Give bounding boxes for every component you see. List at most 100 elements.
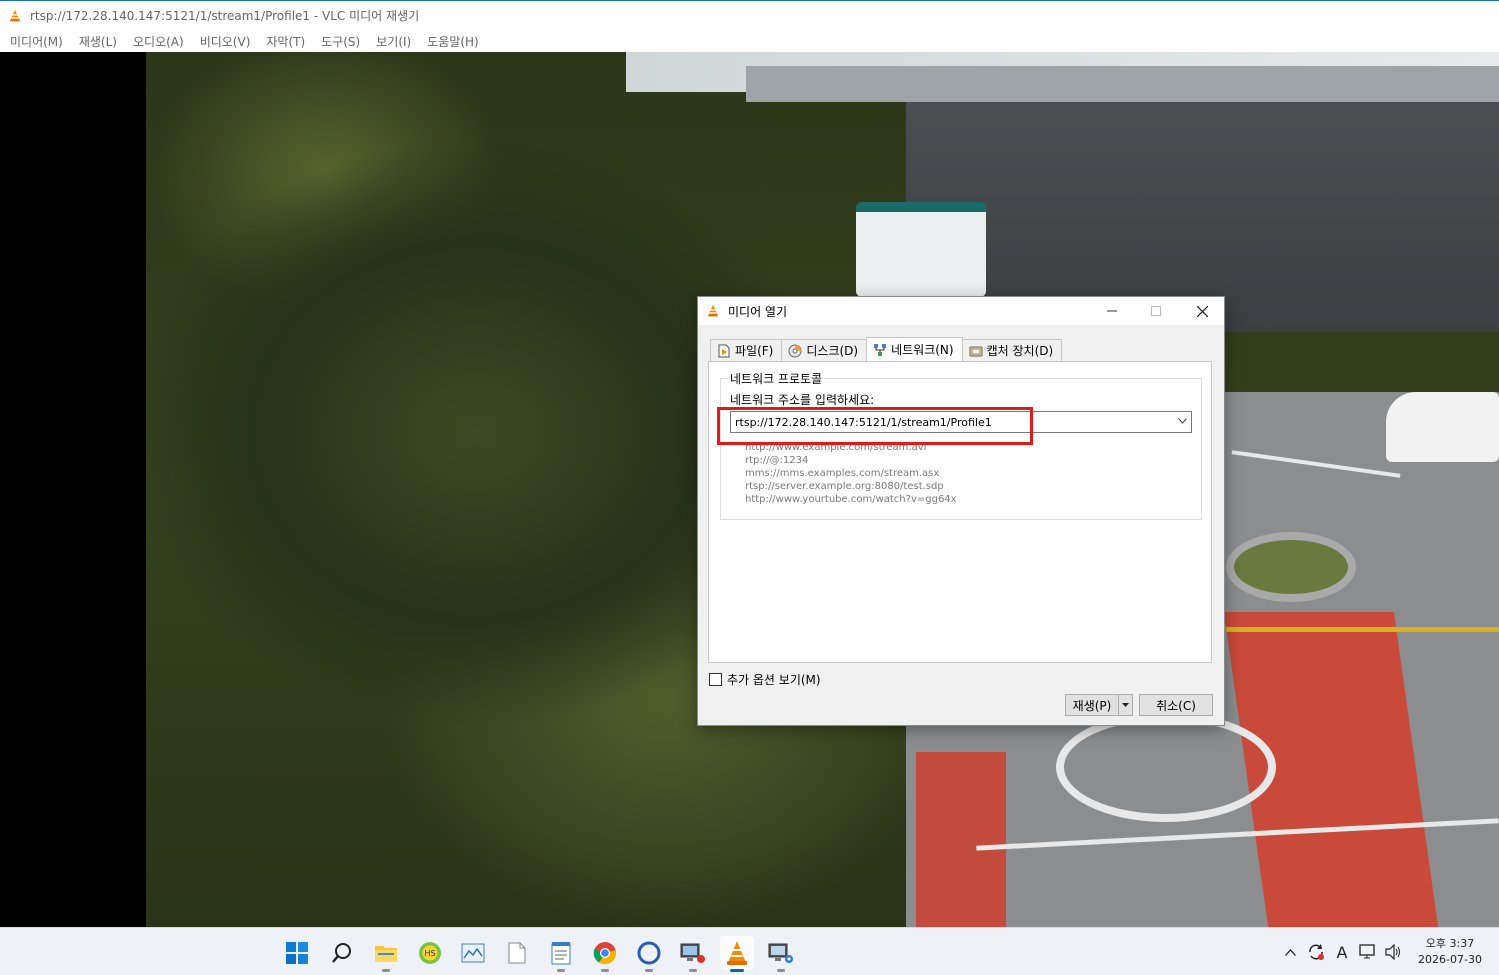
start-button[interactable]: [280, 936, 314, 970]
more-options-label: 추가 옵션 보기(M): [727, 673, 821, 687]
taskbar-cortana[interactable]: [632, 936, 666, 972]
tab-file-label: 파일(F): [735, 344, 774, 358]
volume-button[interactable]: [1381, 937, 1407, 967]
file-explorer-icon: [375, 946, 397, 962]
taskbar-remote-desktop[interactable]: [676, 936, 710, 972]
running-indicator: [557, 969, 565, 972]
clock[interactable]: 오후 3:37 2026-07-30: [1411, 936, 1489, 968]
vlc-icon: [9, 9, 21, 21]
taskbar-chrome[interactable]: [588, 936, 622, 972]
video-red-lane-left: [916, 752, 1006, 927]
network-protocol-group: 네트워크 프로토콜 네트워크 주소를 입력하세요: http://www.exa…: [720, 370, 1202, 520]
tab-disc[interactable]: 디스크(D): [781, 339, 868, 361]
sync-status-button[interactable]: [1303, 937, 1329, 967]
show-hidden-icons-button[interactable]: [1277, 937, 1303, 967]
url-example: rtp://@:1234: [745, 455, 809, 466]
speaker-icon: [1385, 944, 1400, 960]
network-icon: [873, 343, 887, 357]
checkbox-box[interactable]: [709, 673, 722, 686]
url-example: http://www.example.com/stream.avi: [745, 442, 927, 453]
video-bus: [856, 202, 986, 297]
running-indicator: [645, 969, 653, 972]
play-split-button: 재생(P): [1065, 694, 1133, 716]
cortana-icon: [637, 941, 661, 965]
blank-document-icon: [508, 942, 526, 964]
clock-date: 2026-07-30: [1418, 953, 1482, 966]
menu-view[interactable]: 보기(I): [370, 33, 417, 50]
tab-network-label: 네트워크(N): [891, 343, 954, 357]
group-title: 네트워크 프로토콜: [728, 370, 825, 387]
notepad-icon: [551, 942, 571, 965]
menu-video[interactable]: 비디오(V): [194, 33, 257, 50]
running-indicator: [730, 969, 744, 972]
remote-desktop-icon: [680, 943, 705, 963]
taskbar-blank-document[interactable]: [500, 936, 534, 970]
chevron-down-icon[interactable]: [1173, 417, 1191, 427]
clock-time: 오후 3:37: [1425, 937, 1475, 950]
video-bridge: [746, 66, 1499, 102]
tab-file[interactable]: 파일(F): [710, 339, 783, 361]
menu-media[interactable]: 미디어(M): [4, 33, 69, 50]
window-title: rtsp://172.28.140.147:5121/1/stream1/Pro…: [30, 9, 420, 23]
url-example: http://www.yourtube.com/watch?v=gg64x: [745, 494, 957, 505]
network-monitor-icon: [1359, 944, 1375, 959]
disc-icon: [788, 344, 802, 358]
tab-disc-label: 디스크(D): [806, 344, 859, 358]
minimize-button[interactable]: [1090, 297, 1134, 325]
tab-capture-device-label: 캡처 장치(D): [986, 344, 1054, 358]
url-example: rtsp://server.example.org:8080/test.sdp: [745, 481, 944, 492]
more-options-checkbox[interactable]: 추가 옵션 보기(M): [709, 671, 821, 688]
running-indicator: [601, 969, 609, 972]
taskbar: HS A 오후 3:37 2026-07-30: [0, 927, 1499, 975]
search-icon: [332, 943, 351, 963]
hs-app-icon: HS: [419, 942, 441, 964]
menu-help[interactable]: 도움말(H): [421, 33, 485, 50]
taskbar-notepad[interactable]: [544, 936, 578, 972]
running-indicator: [777, 969, 785, 972]
url-label: 네트워크 주소를 입력하세요:: [730, 393, 875, 407]
search-button[interactable]: [325, 936, 359, 970]
play-options-dropdown[interactable]: [1119, 694, 1133, 716]
video-yellow-line: [1226, 627, 1499, 632]
maximize-button: [1134, 297, 1178, 325]
play-button[interactable]: 재생(P): [1065, 694, 1119, 716]
svg-text:HS: HS: [424, 949, 435, 958]
minimize-icon: [1107, 310, 1117, 312]
menu-audio[interactable]: 오디오(A): [127, 33, 190, 50]
system-tray: A 오후 3:37 2026-07-30: [1277, 928, 1499, 975]
taskbar-hs-app[interactable]: HS: [413, 936, 447, 970]
dialog-titlebar[interactable]: 미디어 열기: [698, 297, 1224, 325]
video-traffic-island: [1226, 532, 1356, 602]
taskbar-network-settings[interactable]: [764, 936, 798, 972]
running-indicator: [382, 969, 390, 972]
network-settings-icon: [768, 943, 793, 963]
taskbar-image-viewer[interactable]: [456, 936, 490, 970]
url-example: mms://mms.examples.com/stream.asx: [745, 468, 940, 479]
tab-network[interactable]: 네트워크(N): [866, 337, 963, 361]
menu-tools[interactable]: 도구(S): [315, 33, 366, 50]
menu-playback[interactable]: 재생(L): [73, 33, 123, 50]
chevron-up-icon: [1284, 948, 1296, 956]
network-tab-pane: 네트워크 프로토콜 네트워크 주소를 입력하세요: http://www.exa…: [708, 361, 1212, 663]
tab-capture-device[interactable]: 캡처 장치(D): [961, 339, 1063, 361]
network-url-combobox[interactable]: [730, 411, 1192, 433]
video-car: [1386, 392, 1499, 462]
vlc-titlebar: rtsp://172.28.140.147:5121/1/stream1/Pro…: [0, 0, 1499, 30]
video-road-marking: [1056, 712, 1276, 822]
cancel-button[interactable]: 취소(C): [1139, 694, 1213, 716]
dropdown-arrow-icon: [1122, 703, 1129, 707]
network-url-input[interactable]: [731, 412, 1173, 432]
dialog-title: 미디어 열기: [728, 304, 788, 319]
network-status-button[interactable]: [1355, 937, 1381, 967]
menu-subtitle[interactable]: 자막(T): [260, 33, 311, 50]
close-button[interactable]: [1180, 297, 1224, 325]
start-icon: [286, 942, 308, 964]
taskbar-file-explorer[interactable]: [369, 936, 403, 972]
menu-bar: 미디어(M) 재생(L) 오디오(A) 비디오(V) 자막(T) 도구(S) 보…: [0, 30, 1499, 52]
taskbar-vlc[interactable]: [720, 936, 754, 972]
capture-device-icon: [969, 344, 983, 358]
input-method-indicator[interactable]: A: [1329, 937, 1355, 967]
close-icon: [1196, 305, 1208, 317]
tab-bar: 파일(F) 디스크(D) 네트워크(N) 캡처 장치(D): [710, 337, 1063, 361]
chrome-icon: [593, 942, 617, 965]
